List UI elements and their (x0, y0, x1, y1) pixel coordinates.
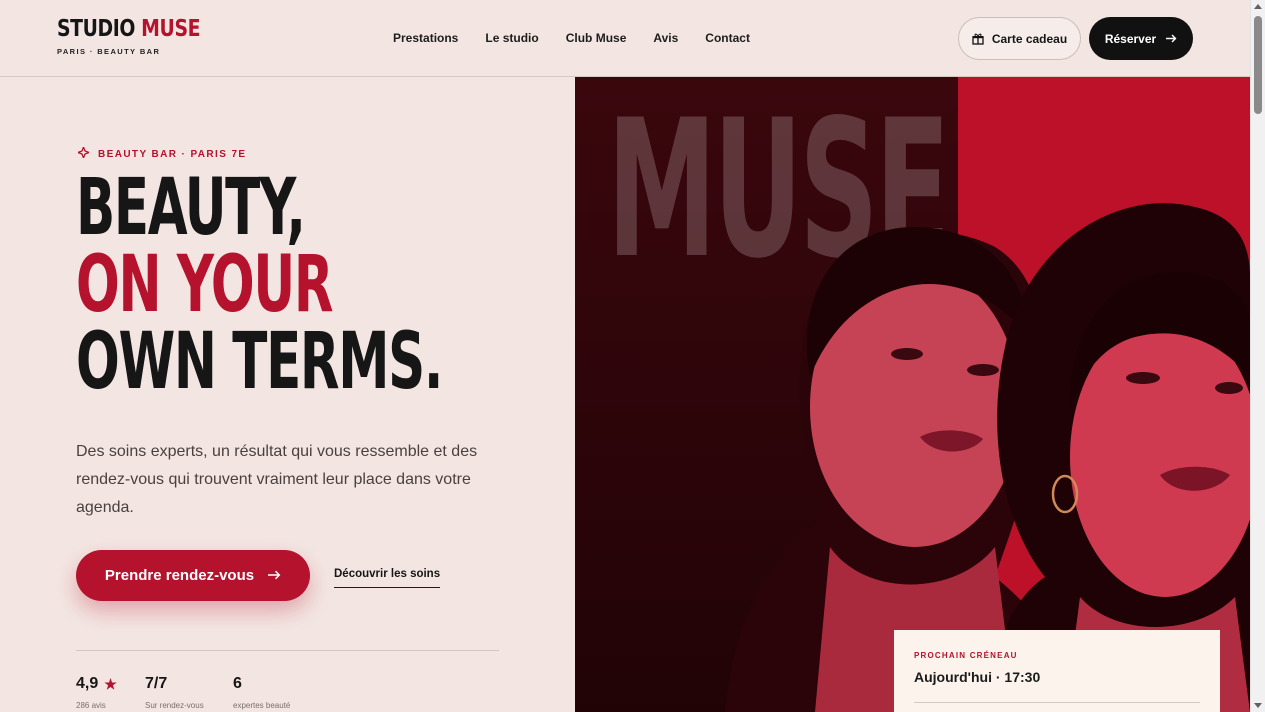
logo-tagline: PARIS · BEAUTY BAR (57, 47, 161, 56)
nav-le-studio[interactable]: Le studio (485, 31, 538, 45)
star-icon: ★ (104, 675, 117, 692)
nav-club-muse[interactable]: Club Muse (566, 31, 627, 45)
page-scrollbar[interactable] (1250, 0, 1265, 712)
slot-divider (914, 702, 1200, 703)
models-photo (725, 203, 1250, 712)
stat-rating: 4,9 ★ 286 avis (76, 675, 117, 710)
next-slot-card[interactable]: PROCHAIN CRÉNEAU Aujourd'hui · 17:30 (894, 630, 1220, 712)
discover-treatments-link[interactable]: Découvrir les soins (334, 568, 441, 588)
stat-availability: 7/7 Sur rendez-vous (145, 675, 204, 710)
headline-line-1: BEAUTY, (76, 163, 306, 253)
arrow-right-icon (268, 567, 281, 584)
gift-icon (972, 33, 984, 45)
stat-experts-label: expertes beauté (233, 701, 291, 710)
logo[interactable]: STUDIO MUSE PARIS · BEAUTY BAR (57, 16, 232, 56)
arrow-right-icon (1166, 32, 1177, 46)
logo-studio: STUDIO (57, 16, 136, 42)
scroll-thumb[interactable] (1254, 16, 1262, 114)
hero-headline: BEAUTY, ON YOUR OWN TERMS. (76, 163, 443, 407)
main-nav: Prestations Le studio Club Muse Avis Con… (393, 31, 750, 45)
hero-eyebrow: BEAUTY BAR · PARIS 7E (76, 145, 247, 161)
scroll-up-icon[interactable] (1254, 4, 1262, 9)
gift-card-button[interactable]: Carte cadeau (958, 17, 1081, 60)
sparkle-icon (76, 145, 91, 161)
stats-divider (76, 650, 499, 651)
hero-image: MUSE (575, 77, 1250, 712)
next-slot-label: PROCHAIN CRÉNEAU (914, 651, 1018, 660)
nav-contact[interactable]: Contact (705, 31, 750, 45)
stat-rating-value: 4,9 (76, 675, 99, 692)
nav-avis[interactable]: Avis (653, 31, 678, 45)
logo-muse: MUSE (141, 16, 201, 42)
stat-availability-label: Sur rendez-vous (145, 701, 204, 710)
cta-label: Prendre rendez-vous (104, 567, 255, 584)
stat-availability-value: 7/7 (145, 675, 168, 692)
book-label: Réserver (1104, 31, 1157, 46)
site-header: STUDIO MUSE PARIS · BEAUTY BAR Prestatio… (0, 0, 1250, 77)
scroll-down-icon[interactable] (1254, 703, 1262, 708)
logo-wordmark: STUDIO MUSE (57, 16, 200, 42)
nav-prestations[interactable]: Prestations (393, 31, 458, 45)
stat-experts: 6 expertes beauté (233, 675, 290, 710)
hero-intro: Des soins experts, un résultat qui vous … (76, 443, 478, 516)
headline-line-3: OWN TERMS. (76, 317, 443, 407)
stat-experts-value: 6 (233, 675, 242, 692)
book-appointment-button[interactable]: Prendre rendez-vous (76, 550, 310, 601)
gift-card-label: Carte cadeau (991, 31, 1068, 46)
next-slot-value: Aujourd'hui · 17:30 (914, 669, 1041, 685)
stat-rating-label: 286 avis (76, 701, 106, 710)
book-button[interactable]: Réserver (1089, 17, 1193, 60)
eyebrow-label: BEAUTY BAR · PARIS 7E (98, 148, 247, 160)
headline-line-2: ON YOUR (76, 240, 334, 330)
stat-rating-value-row: 4,9 ★ (76, 675, 117, 693)
